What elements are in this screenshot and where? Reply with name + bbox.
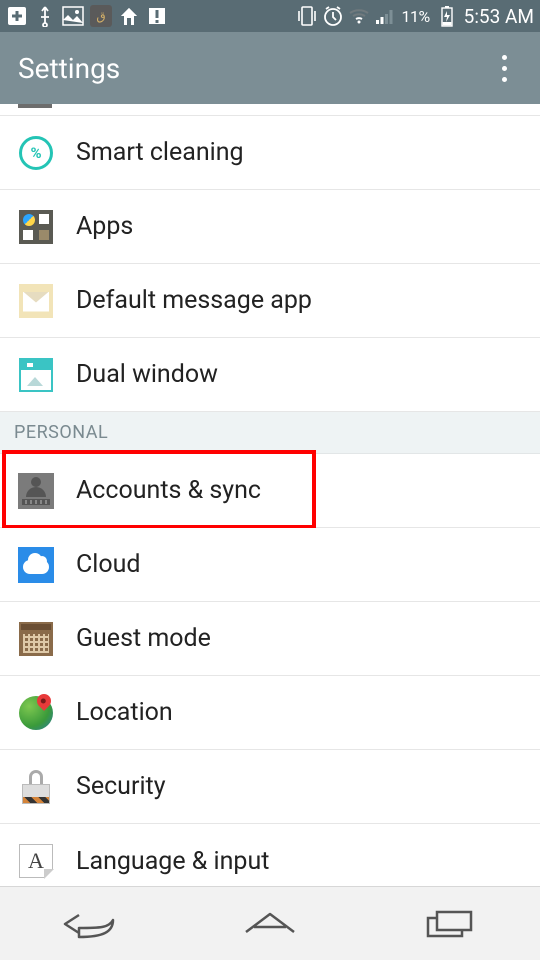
row-default-message-app[interactable]: Default message app <box>0 264 540 338</box>
status-clock: 5:53 AM <box>464 5 534 28</box>
signal-icon <box>374 5 396 27</box>
battery-percent: 11% <box>401 7 429 26</box>
security-icon <box>18 769 54 805</box>
row-label: Guest mode <box>76 624 211 653</box>
row-dual-window[interactable]: Dual window <box>0 338 540 412</box>
row-label: Dual window <box>76 360 218 389</box>
smart-cleaning-icon: % <box>18 135 54 171</box>
screen: ق 11% 5:53 AM <box>0 0 540 960</box>
row-guest-mode[interactable]: Guest mode <box>0 602 540 676</box>
wifi-icon <box>348 5 370 27</box>
row-language-input[interactable]: A Language & input <box>0 824 540 886</box>
row-label: Apps <box>76 212 133 241</box>
alert-icon <box>146 5 168 27</box>
status-bar: ق 11% 5:53 AM <box>0 0 540 32</box>
dual-window-icon <box>18 357 54 393</box>
row-apps[interactable]: Apps <box>0 190 540 264</box>
location-icon <box>18 695 54 731</box>
message-app-icon <box>18 283 54 319</box>
language-input-icon: A <box>18 843 54 879</box>
accounts-sync-icon <box>18 473 54 509</box>
section-personal: PERSONAL <box>0 412 540 454</box>
app-notification-icon: ق <box>90 5 112 27</box>
status-right: 11% 5:53 AM <box>296 5 534 28</box>
home-icon <box>118 5 140 27</box>
row-label: Default message app <box>76 286 312 315</box>
row-label: Accounts & sync <box>76 476 261 505</box>
row-accounts-sync[interactable]: Accounts & sync <box>0 454 540 528</box>
status-left: ق <box>6 5 296 27</box>
partial-prev-row[interactable] <box>0 104 540 116</box>
alarm-icon <box>322 5 344 27</box>
settings-list[interactable]: % Smart cleaning Apps Default message ap… <box>0 104 540 886</box>
row-smart-cleaning[interactable]: % Smart cleaning <box>0 116 540 190</box>
navigation-bar <box>0 886 540 960</box>
picture-icon <box>62 5 84 27</box>
apps-icon <box>18 209 54 245</box>
back-button[interactable] <box>45 899 135 949</box>
usb-icon <box>34 5 56 27</box>
row-security[interactable]: Security <box>0 750 540 824</box>
page-title: Settings <box>18 52 486 85</box>
row-location[interactable]: Location <box>0 676 540 750</box>
add-notification-icon <box>6 5 28 27</box>
recent-apps-button[interactable] <box>405 899 495 949</box>
row-label: Security <box>76 772 166 801</box>
row-label: Location <box>76 698 173 727</box>
row-label: Smart cleaning <box>76 138 244 167</box>
cloud-icon <box>18 547 54 583</box>
row-label: Cloud <box>76 550 141 579</box>
guest-mode-icon <box>18 621 54 657</box>
row-label: Language & input <box>76 847 269 876</box>
battery-charging-icon <box>436 5 458 27</box>
home-button[interactable] <box>225 899 315 949</box>
vibrate-icon <box>296 5 318 27</box>
row-cloud[interactable]: Cloud <box>0 528 540 602</box>
app-bar: Settings <box>0 32 540 104</box>
overflow-menu-button[interactable] <box>486 44 522 92</box>
